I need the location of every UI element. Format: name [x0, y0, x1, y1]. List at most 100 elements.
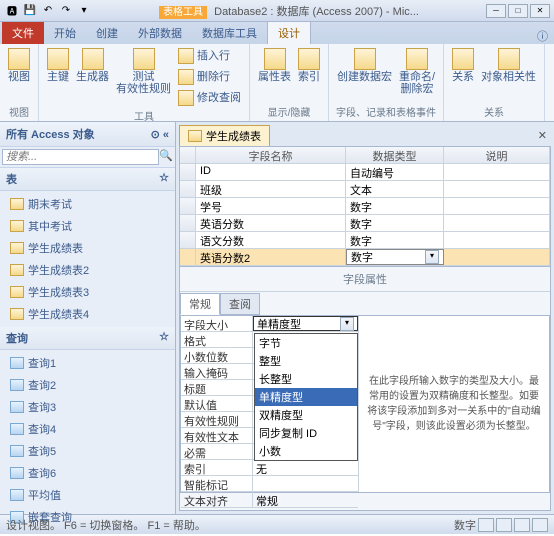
property-value[interactable]: 无 [253, 460, 358, 475]
field-name-cell[interactable]: 英语分数2 [196, 249, 346, 265]
chevron-down-icon[interactable]: ⊙ « [151, 128, 169, 141]
nav-table-item[interactable]: 学生成绩表4 [0, 303, 175, 325]
tab-dbtools[interactable]: 数据库工具 [192, 22, 267, 44]
dropdown-option[interactable]: 字节 [255, 334, 357, 352]
property-value[interactable]: 常规 [253, 492, 358, 507]
field-name-cell[interactable]: 班级 [196, 181, 346, 197]
tab-create[interactable]: 创建 [86, 22, 128, 44]
col-datatype[interactable]: 数据类型 [346, 147, 444, 163]
property-row[interactable]: 智能标记 [181, 476, 358, 492]
grid-row[interactable]: ID自动编号 [180, 164, 550, 181]
nav-table-item[interactable]: 学生成绩表3 [0, 281, 175, 303]
property-sheet-button[interactable]: 属性表 [256, 46, 293, 85]
nav-header[interactable]: 所有 Access 对象⊙ « [0, 122, 175, 147]
undo-icon[interactable]: ↶ [40, 3, 56, 19]
col-description[interactable]: 说明 [444, 147, 550, 163]
nav-table-item[interactable]: 期末考试 [0, 193, 175, 215]
view-btn-3[interactable] [514, 518, 530, 532]
rename-macro-button[interactable]: 重命名/ 删除宏 [397, 46, 437, 97]
dropdown-button[interactable]: ▾ [340, 317, 354, 331]
nav-table-item[interactable]: 学生成绩表2 [0, 259, 175, 281]
description-cell[interactable] [444, 215, 550, 231]
field-name-cell[interactable]: ID [196, 164, 346, 180]
property-row[interactable]: 索引无 [181, 460, 358, 476]
row-selector[interactable] [180, 215, 196, 231]
nav-query-item[interactable]: 查询5 [0, 440, 175, 462]
row-selector[interactable] [180, 164, 196, 180]
builder-button[interactable]: 生成器 [74, 46, 111, 85]
search-input[interactable] [2, 149, 159, 165]
nav-query-item[interactable]: 查询3 [0, 396, 175, 418]
nav-table-item[interactable]: 学生成绩表 [0, 237, 175, 259]
description-cell[interactable] [444, 198, 550, 214]
data-type-cell[interactable]: 数字 [346, 198, 444, 214]
qat-more-icon[interactable]: ▾ [76, 3, 92, 19]
redo-icon[interactable]: ↷ [58, 3, 74, 19]
field-name-cell[interactable]: 学号 [196, 198, 346, 214]
create-macro-button[interactable]: 创建数据宏 [335, 46, 394, 85]
grid-row[interactable]: 英语分数数字 [180, 215, 550, 232]
save-icon[interactable]: 💾 [22, 3, 38, 19]
data-type-cell[interactable]: 数字▾ [346, 249, 444, 265]
description-cell[interactable] [444, 249, 550, 265]
tab-file[interactable]: 文件 [2, 22, 44, 44]
tab-external[interactable]: 外部数据 [128, 22, 192, 44]
minimize-button[interactable]: ─ [486, 4, 506, 18]
property-value[interactable]: 单精度型▾字节整型长整型单精度型双精度型同步复制 ID小数 [253, 316, 358, 331]
dropdown-option[interactable]: 小数 [255, 442, 357, 460]
data-type-cell[interactable]: 数字 [346, 232, 444, 248]
data-type-cell[interactable]: 自动编号 [346, 164, 444, 180]
row-selector[interactable] [180, 181, 196, 197]
property-row[interactable]: 字段大小单精度型▾字节整型长整型单精度型双精度型同步复制 ID小数 [181, 316, 358, 332]
search-icon[interactable]: 🔍 [159, 149, 173, 165]
close-document-button[interactable]: ✕ [538, 129, 547, 142]
dropdown-option[interactable]: 同步复制 ID [255, 424, 357, 442]
property-row[interactable]: 文本对齐常规 [181, 492, 358, 508]
maximize-button[interactable]: □ [508, 4, 528, 18]
dropdown-option[interactable]: 单精度型 [255, 388, 357, 406]
nav-query-item[interactable]: 查询6 [0, 462, 175, 484]
nav-query-item[interactable]: 查询4 [0, 418, 175, 440]
dropdown-option[interactable]: 长整型 [255, 370, 357, 388]
section-queries[interactable]: 查询☆ [0, 327, 175, 350]
nav-query-item[interactable]: 查询1 [0, 352, 175, 374]
grid-row[interactable]: 学号数字 [180, 198, 550, 215]
tab-design[interactable]: 设计 [267, 21, 311, 44]
indexes-button[interactable]: 索引 [296, 46, 322, 85]
document-tab[interactable]: 学生成绩表 [179, 125, 270, 146]
data-type-cell[interactable]: 文本 [346, 181, 444, 197]
delete-row-button[interactable]: 删除行 [176, 67, 243, 87]
insert-row-button[interactable]: 插入行 [176, 46, 243, 66]
field-name-cell[interactable]: 语文分数 [196, 232, 346, 248]
grid-row[interactable]: 英语分数2数字▾ [180, 249, 550, 266]
section-tables[interactable]: 表☆ [0, 168, 175, 191]
object-deps-button[interactable]: 对象相关性 [479, 46, 538, 85]
nav-query-item[interactable]: 平均值 [0, 484, 175, 506]
tab-home[interactable]: 开始 [44, 22, 86, 44]
description-cell[interactable] [444, 164, 550, 180]
field-name-cell[interactable]: 英语分数 [196, 215, 346, 231]
view-button[interactable]: 视图 [6, 46, 32, 85]
description-cell[interactable] [444, 232, 550, 248]
view-btn-4[interactable] [532, 518, 548, 532]
dropdown-option[interactable]: 整型 [255, 352, 357, 370]
description-cell[interactable] [444, 181, 550, 197]
view-btn-1[interactable] [478, 518, 494, 532]
dropdown-option[interactable]: 双精度型 [255, 406, 357, 424]
grid-row[interactable]: 语文分数数字 [180, 232, 550, 249]
modify-lookup-button[interactable]: 修改查阅 [176, 88, 243, 108]
col-fieldname[interactable]: 字段名称 [196, 147, 346, 163]
nav-query-item[interactable]: 查询2 [0, 374, 175, 396]
row-selector[interactable] [180, 249, 196, 265]
dropdown-button[interactable]: ▾ [425, 250, 439, 264]
row-selector[interactable] [180, 232, 196, 248]
data-type-cell[interactable]: 数字 [346, 215, 444, 231]
property-value[interactable] [253, 476, 358, 491]
relationships-button[interactable]: 关系 [450, 46, 476, 85]
tab-lookup[interactable]: 查阅 [220, 293, 260, 315]
test-rules-button[interactable]: 测试 有效性规则 [114, 46, 173, 97]
grid-row[interactable]: 班级文本 [180, 181, 550, 198]
view-btn-2[interactable] [496, 518, 512, 532]
row-selector[interactable] [180, 198, 196, 214]
help-icon[interactable]: ⓘ [537, 28, 548, 44]
